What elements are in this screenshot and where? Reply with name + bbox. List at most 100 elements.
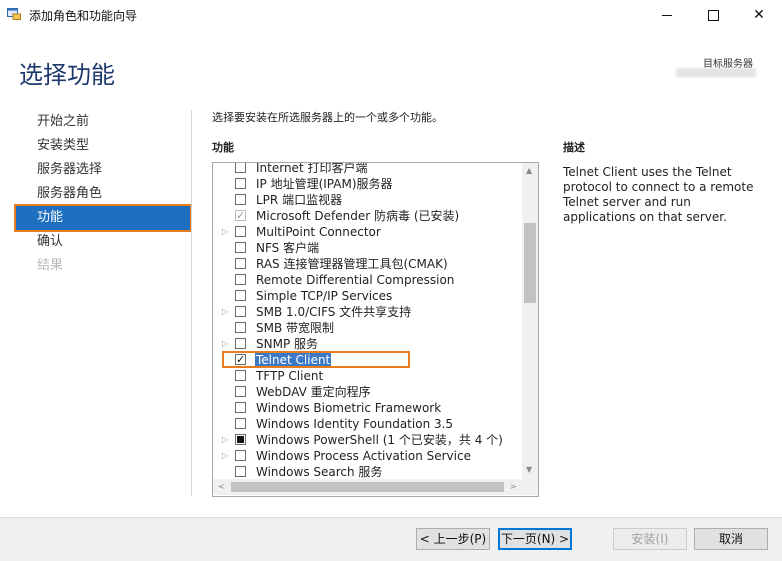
- nav-item-confirmation[interactable]: 确认: [16, 230, 190, 254]
- feature-row[interactable]: Microsoft Defender 防病毒 (已安装): [213, 208, 521, 224]
- feature-checkbox[interactable]: [235, 434, 246, 445]
- feature-checkbox[interactable]: [235, 163, 246, 173]
- features-list: Internet 打印客户端 IP 地址管理(IPAM)服务器 LPR 端口监视…: [213, 162, 521, 480]
- highlight-box: [222, 351, 410, 368]
- nav-item-installation-type[interactable]: 安装类型: [16, 134, 190, 158]
- expand-arrow-icon[interactable]: ▷: [222, 448, 230, 464]
- install-button: 安装(I): [613, 528, 687, 550]
- scroll-down-icon[interactable]: ▼: [526, 465, 532, 474]
- feature-checkbox[interactable]: [235, 226, 246, 237]
- minimize-button[interactable]: [644, 0, 690, 30]
- nav-item-results: 结果: [37, 258, 64, 273]
- feature-label: Windows PowerShell (1 个已安装，共 4 个): [256, 433, 503, 447]
- scroll-left-icon[interactable]: <: [218, 482, 225, 491]
- feature-label: RAS 连接管理器管理工具包(CMAK): [256, 257, 448, 271]
- expand-arrow-icon[interactable]: ▷: [222, 304, 230, 320]
- feature-checkbox[interactable]: [235, 402, 246, 413]
- feature-row[interactable]: WebDAV 重定向程序: [213, 384, 521, 400]
- maximize-icon: [707, 9, 719, 21]
- minimize-icon: [662, 14, 672, 16]
- feature-row-telnet-client[interactable]: Telnet Client: [213, 351, 521, 368]
- feature-label: WebDAV 重定向程序: [256, 385, 371, 399]
- feature-row[interactable]: RAS 连接管理器管理工具包(CMAK): [213, 256, 521, 272]
- vertical-scroll-thumb[interactable]: [524, 223, 536, 303]
- feature-label: Microsoft Defender 防病毒 (已安装): [256, 209, 460, 223]
- next-button[interactable]: 下一页(N) >: [498, 528, 572, 550]
- destination-server-value: [676, 68, 756, 77]
- expand-arrow-icon[interactable]: ▷: [222, 336, 230, 352]
- description-text: Telnet Client uses the Telnet protocol t…: [563, 165, 754, 224]
- server-manager-icon: [7, 8, 21, 20]
- nav-item-server-roles[interactable]: 服务器角色: [16, 182, 190, 206]
- feature-row[interactable]: ▷ Windows Process Activation Service: [213, 448, 521, 464]
- feature-row[interactable]: Windows Identity Foundation 3.5: [213, 416, 521, 432]
- previous-button[interactable]: < 上一步(P): [416, 528, 490, 550]
- nav-item-before-you-begin[interactable]: 开始之前: [16, 110, 190, 134]
- feature-checkbox[interactable]: [235, 322, 246, 333]
- maximize-button[interactable]: [690, 0, 736, 30]
- feature-row[interactable]: NFS 客户端: [213, 240, 521, 256]
- feature-label: Windows Process Activation Service: [256, 449, 471, 463]
- feature-row[interactable]: Windows Search 服务: [213, 464, 521, 480]
- feature-checkbox[interactable]: [235, 258, 246, 269]
- features-tree[interactable]: Internet 打印客户端 IP 地址管理(IPAM)服务器 LPR 端口监视…: [212, 162, 539, 497]
- intro-text: 选择要安装在所选服务器上的一个或多个功能。: [212, 111, 443, 124]
- feature-label: Windows Biometric Framework: [256, 401, 442, 415]
- wizard-nav: 开始之前 安装类型 服务器选择 服务器角色 功能 确认 结果: [14, 110, 192, 278]
- feature-label: LPR 端口监视器: [256, 193, 343, 207]
- close-icon: ✕: [753, 7, 765, 23]
- nav-item-features[interactable]: 功能: [14, 204, 192, 232]
- footer-bar: < 上一步(P) 下一页(N) > 安装(I) 取消: [0, 517, 782, 561]
- nav-divider: [191, 110, 192, 496]
- feature-row[interactable]: ▷ Windows PowerShell (1 个已安装，共 4 个): [213, 432, 521, 448]
- feature-checkbox[interactable]: [235, 290, 246, 301]
- feature-row[interactable]: Internet 打印客户端: [213, 162, 521, 176]
- feature-row[interactable]: ▷ MultiPoint Connector: [213, 224, 521, 240]
- horizontal-scroll-thumb[interactable]: [231, 482, 504, 492]
- feature-label: Windows Search 服务: [256, 465, 383, 479]
- description-heading: 描述: [563, 141, 585, 154]
- cancel-button[interactable]: 取消: [694, 528, 768, 550]
- feature-label: Internet 打印客户端: [256, 162, 368, 175]
- feature-checkbox[interactable]: [235, 242, 246, 253]
- page-title: 选择功能: [19, 61, 115, 89]
- feature-checkbox[interactable]: [235, 274, 246, 285]
- features-heading: 功能: [212, 141, 234, 154]
- feature-checkbox[interactable]: [235, 178, 246, 189]
- feature-row[interactable]: Remote Differential Compression: [213, 272, 521, 288]
- feature-row[interactable]: ▷ SNMP 服务: [213, 336, 521, 352]
- feature-label: NFS 客户端: [256, 241, 320, 255]
- feature-row[interactable]: Windows Biometric Framework: [213, 400, 521, 416]
- scroll-right-icon[interactable]: >: [510, 482, 517, 491]
- feature-row[interactable]: SMB 带宽限制: [213, 320, 521, 336]
- close-button[interactable]: ✕: [736, 0, 782, 30]
- feature-checkbox[interactable]: [235, 450, 246, 461]
- feature-checkbox[interactable]: [235, 306, 246, 317]
- feature-label: IP 地址管理(IPAM)服务器: [256, 177, 393, 191]
- expand-arrow-icon[interactable]: ▷: [222, 432, 230, 448]
- feature-row[interactable]: TFTP Client: [213, 368, 521, 384]
- window-title: 添加角色和功能向导: [29, 9, 138, 23]
- scrollbar-corner: [522, 479, 538, 495]
- feature-row[interactable]: ▷ SMB 1.0/CIFS 文件共享支持: [213, 304, 521, 320]
- feature-checkbox[interactable]: [235, 418, 246, 429]
- vertical-scrollbar[interactable]: ▲ ▼: [522, 163, 538, 479]
- feature-label: MultiPoint Connector: [256, 225, 381, 239]
- feature-checkbox: [235, 208, 246, 224]
- nav-item-server-selection[interactable]: 服务器选择: [16, 158, 190, 182]
- feature-checkbox[interactable]: [235, 338, 246, 349]
- feature-checkbox[interactable]: [235, 370, 246, 381]
- feature-row[interactable]: Simple TCP/IP Services: [213, 288, 521, 304]
- title-bar: 添加角色和功能向导 ✕: [0, 0, 782, 30]
- scroll-up-icon[interactable]: ▲: [526, 166, 532, 175]
- feature-label: SMB 1.0/CIFS 文件共享支持: [256, 305, 412, 319]
- feature-checkbox[interactable]: [235, 194, 246, 205]
- feature-checkbox[interactable]: [235, 386, 246, 397]
- expand-arrow-icon[interactable]: ▷: [222, 224, 230, 240]
- feature-row[interactable]: IP 地址管理(IPAM)服务器: [213, 176, 521, 192]
- feature-label: TFTP Client: [256, 369, 324, 383]
- horizontal-scrollbar[interactable]: < >: [213, 479, 522, 495]
- feature-checkbox[interactable]: [235, 466, 246, 477]
- feature-row[interactable]: LPR 端口监视器: [213, 192, 521, 208]
- feature-label: Simple TCP/IP Services: [256, 289, 393, 303]
